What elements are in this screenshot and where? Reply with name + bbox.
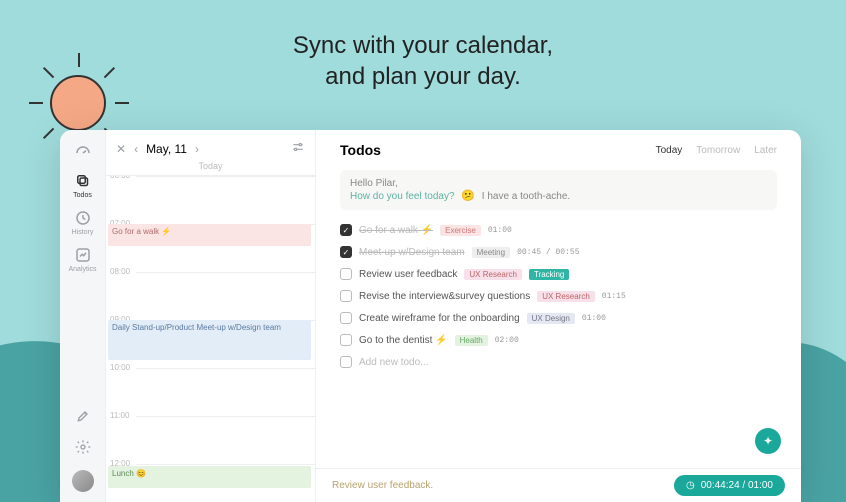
sidebar-item-todos[interactable]: Todos xyxy=(63,172,103,199)
checkbox[interactable] xyxy=(340,290,352,302)
focus-text: Review user feedback. xyxy=(332,480,433,491)
sidebar-item-settings[interactable] xyxy=(63,439,103,460)
sparkle-icon: ✦ xyxy=(763,434,773,448)
todo-time: 00:45 / 00:55 xyxy=(517,248,579,257)
greeting-card: Hello Pilar, How do you feel today? 😕 I … xyxy=(340,170,777,210)
fab-button[interactable]: ✦ xyxy=(755,428,781,454)
todo-tag: UX Design xyxy=(527,313,575,324)
todo-item[interactable]: Create wireframe for the onboarding UX De… xyxy=(340,312,777,324)
todo-item[interactable]: Review user feedback UX Research Tracking xyxy=(340,268,777,280)
add-todo-row[interactable]: Add new todo... xyxy=(340,356,777,368)
cal-next-icon[interactable]: › xyxy=(195,142,199,156)
todo-text: Review user feedback xyxy=(359,269,457,280)
calendar-event[interactable]: Daily Stand-up/Product Meet-up w/Design … xyxy=(108,320,311,360)
footer-bar: Review user feedback. ◷ 00:44:24 / 01:00 xyxy=(316,468,801,502)
sidebar-item-rocket[interactable] xyxy=(63,408,103,429)
calendar-body[interactable]: 06:0007:0008:0009:0010:0011:0012:0013:00… xyxy=(106,176,315,502)
hour-label: 11:00 xyxy=(110,411,129,420)
avatar[interactable] xyxy=(72,470,94,492)
history-icon xyxy=(63,209,103,227)
todo-text: Revise the interview&survey questions xyxy=(359,291,530,302)
greeting-hello: Hello Pilar, xyxy=(350,178,398,189)
sidebar-label: Analytics xyxy=(63,266,103,273)
checkbox[interactable] xyxy=(340,268,352,280)
checkbox[interactable] xyxy=(340,356,352,368)
timer-pill[interactable]: ◷ 00:44:24 / 01:00 xyxy=(674,475,785,496)
checkbox[interactable] xyxy=(340,246,352,258)
hero-text: Sync with your calendar, and plan your d… xyxy=(0,30,846,92)
todo-time: 01:15 xyxy=(602,292,626,301)
todo-text: Meet-up w/Design team xyxy=(359,247,465,258)
todo-text: Go for a walk ⚡ xyxy=(359,225,433,236)
copy-icon xyxy=(63,172,103,190)
chart-icon xyxy=(63,246,103,264)
todo-item[interactable]: Meet-up w/Design team Meeting 00:45 / 00:5… xyxy=(340,246,777,258)
todo-item[interactable]: Go for a walk ⚡ Exercise 01:00 xyxy=(340,224,777,236)
sun-illustration xyxy=(50,75,106,131)
app-window: Todos History Analytics ✕ ‹ May, 11 › To… xyxy=(60,130,801,502)
todo-tag: UX Research xyxy=(537,291,595,302)
todos-tabs: Today Tomorrow Later xyxy=(656,145,777,156)
greeting-answer: I have a tooth-ache. xyxy=(482,191,570,202)
tab-tomorrow[interactable]: Tomorrow xyxy=(696,145,740,156)
calendar-today-label[interactable]: Today xyxy=(106,161,315,176)
timer-text: 00:44:24 / 01:00 xyxy=(701,480,773,491)
todo-item[interactable]: Go to the dentist ⚡ Health 02:00 xyxy=(340,334,777,346)
calendar-panel: ✕ ‹ May, 11 › Today 06:0007:0008:0009:00… xyxy=(106,130,316,502)
checkbox[interactable] xyxy=(340,334,352,346)
main-panel: Todos Today Tomorrow Later Hello Pilar, … xyxy=(316,130,801,502)
calendar-event[interactable]: Go for a walk ⚡ xyxy=(108,224,311,246)
greeting-question: How do you feel today? xyxy=(350,191,455,202)
todo-time: 01:00 xyxy=(582,314,606,323)
checkbox[interactable] xyxy=(340,224,352,236)
sidebar-item-history[interactable]: History xyxy=(63,209,103,236)
rocket-icon xyxy=(75,411,91,428)
todo-list: Go for a walk ⚡ Exercise 01:00 Meet-up w/De… xyxy=(340,224,777,368)
todo-tag: Health xyxy=(455,335,488,346)
gauge-icon xyxy=(63,144,103,162)
todo-time: 01:00 xyxy=(488,226,512,235)
sliders-icon[interactable] xyxy=(291,140,305,157)
todo-tag: Meeting xyxy=(472,247,510,258)
sidebar-item-speed[interactable] xyxy=(63,144,103,162)
hour-label: 08:00 xyxy=(110,267,130,276)
tab-later[interactable]: Later xyxy=(754,145,777,156)
todo-tag: Tracking xyxy=(529,269,569,280)
todo-text: Go to the dentist ⚡ xyxy=(359,335,448,346)
todo-item[interactable]: Revise the interview&survey questions UX … xyxy=(340,290,777,302)
sidebar-label: Todos xyxy=(63,192,103,199)
calendar-event[interactable]: Lunch 😊 xyxy=(108,466,311,488)
calendar-date[interactable]: May, 11 xyxy=(146,142,187,156)
cal-close-icon[interactable]: ✕ xyxy=(116,142,126,156)
todo-tag: Exercise xyxy=(440,225,481,236)
add-todo-placeholder: Add new todo... xyxy=(359,357,429,368)
cal-prev-icon[interactable]: ‹ xyxy=(134,142,138,156)
tab-today[interactable]: Today xyxy=(656,145,683,156)
hour-label: 10:00 xyxy=(110,363,130,372)
sidebar-item-analytics[interactable]: Analytics xyxy=(63,246,103,273)
emoji-icon: 😕 xyxy=(461,190,475,202)
gear-icon xyxy=(75,442,91,459)
sidebar: Todos History Analytics xyxy=(60,130,106,502)
hour-label: 06:00 xyxy=(110,176,130,180)
clock-icon: ◷ xyxy=(686,480,695,491)
todo-text: Create wireframe for the onboarding xyxy=(359,313,520,324)
sidebar-label: History xyxy=(63,229,103,236)
todo-time: 02:00 xyxy=(495,336,519,345)
checkbox[interactable] xyxy=(340,312,352,324)
todos-title: Todos xyxy=(340,142,381,158)
todo-tag: UX Research xyxy=(464,269,522,280)
